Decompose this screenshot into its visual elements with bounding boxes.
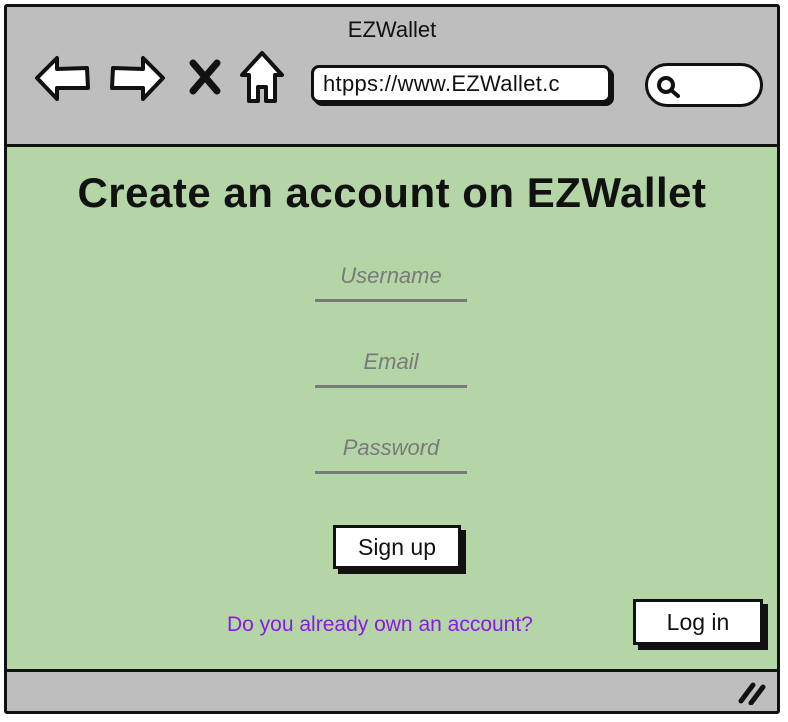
resize-grip-icon[interactable]: [737, 679, 769, 705]
browser-toolbar: EZWallet htpps://www.EZWallet.c: [7, 7, 777, 147]
login-prompt-text: Do you already own an account?: [227, 613, 533, 636]
signup-page: Create an account on EZWallet Username E…: [7, 147, 777, 669]
close-icon[interactable]: [187, 57, 223, 97]
back-arrow-icon[interactable]: [33, 53, 93, 103]
username-field[interactable]: Username: [315, 263, 467, 302]
signup-button[interactable]: Sign up: [333, 525, 461, 569]
address-bar[interactable]: htpps://www.EZWallet.c: [311, 65, 611, 103]
login-button[interactable]: Log in: [633, 599, 763, 645]
search-icon: [657, 76, 680, 98]
page-title: Create an account on EZWallet: [77, 169, 707, 216]
home-icon[interactable]: [237, 49, 287, 105]
forward-arrow-icon[interactable]: [107, 53, 167, 103]
window-title: EZWallet: [347, 17, 437, 42]
search-input[interactable]: [645, 63, 763, 107]
status-bar: [7, 669, 777, 711]
password-field[interactable]: Password: [315, 435, 467, 474]
email-field[interactable]: Email: [315, 349, 467, 388]
browser-window: EZWallet htpps://www.EZWallet.c Create a…: [4, 4, 780, 714]
